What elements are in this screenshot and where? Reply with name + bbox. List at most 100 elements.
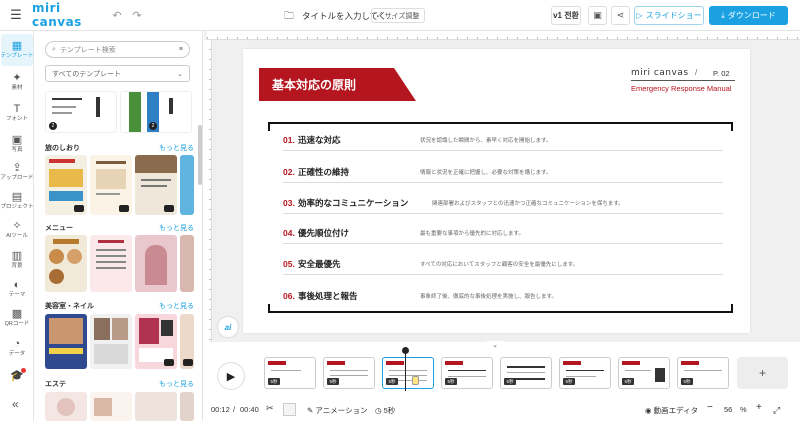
slide-brand-logo[interactable]: miri canvas — [631, 68, 689, 78]
undo-icon[interactable]: ↶ — [107, 9, 127, 22]
version-switch-button[interactable]: v1 전환 — [551, 6, 581, 25]
timeline-slide-thumbnail-active[interactable]: 5秒 — [382, 357, 434, 389]
slide-title[interactable]: 基本対応の原則 — [259, 68, 416, 101]
timeline-slide-thumbnail[interactable]: 5秒 — [677, 357, 729, 389]
slide-duration-badge: 5秒 — [327, 378, 339, 385]
resize-label: サイズ調整 — [384, 12, 420, 20]
project-icon: ▤ — [11, 190, 23, 203]
zoom-in-button[interactable]: + — [756, 402, 762, 413]
total-time: 00:40 — [240, 405, 259, 414]
panel-scrollbar[interactable] — [198, 125, 202, 185]
rail-item-projects[interactable]: ▤ プロジェクト — [1, 185, 34, 217]
template-thumbnail[interactable] — [180, 392, 194, 421]
slide-header-rule[interactable] — [631, 80, 735, 81]
fullscreen-icon[interactable]: ⤢ — [773, 405, 780, 416]
background-color-swatch[interactable] — [283, 403, 296, 416]
category-value: すべてのテンプレート — [52, 70, 122, 78]
scissors-icon[interactable]: ✂ — [266, 403, 274, 414]
collapse-panel-icon[interactable]: « — [12, 397, 19, 411]
add-slide-button[interactable]: + — [737, 357, 788, 389]
animation-button[interactable]: ✎ アニメーション — [307, 405, 368, 416]
elements-icon: ✦ — [12, 71, 22, 84]
rail-item-fonts[interactable]: T フォント — [1, 97, 33, 129]
template-thumbnail[interactable] — [180, 314, 194, 369]
share-icon[interactable]: ⋖ — [611, 6, 630, 25]
timeline-slide-thumbnail[interactable]: 5秒 — [323, 357, 375, 389]
timeline-slide-thumbnail[interactable]: 5秒 — [441, 357, 493, 389]
download-button[interactable]: ⤓ ダウンロード — [709, 6, 788, 25]
timeline-slide-thumbnail[interactable]: 5秒 — [559, 357, 611, 389]
zoom-unit: % — [740, 405, 747, 414]
current-time: 00:12 — [211, 405, 230, 414]
template-thumbnail[interactable]: 2 — [120, 91, 192, 133]
principle-row[interactable]: 02. 正確性の維持 情報と状況を正確に把握し、必要な対策を講じます。 — [283, 161, 723, 183]
template-thumbnail[interactable] — [45, 155, 87, 215]
slide-duration-badge: 5秒 — [563, 378, 575, 385]
slide-divider-slash[interactable]: / — [695, 68, 697, 77]
template-search-input[interactable]: ⌕ テンプレート検索 ≡ — [45, 41, 190, 58]
rail-item-data[interactable]: ◔ データ — [1, 332, 33, 364]
play-button[interactable]: ▶ — [217, 362, 245, 390]
app-logo[interactable]: miri canvas — [32, 1, 107, 29]
template-thumbnail[interactable] — [45, 235, 87, 292]
playhead[interactable] — [405, 349, 406, 391]
save-icon[interactable]: ▣ — [588, 6, 607, 25]
principle-row[interactable]: 05. 安全最優先 すべての対応においてスタッフと顧客の安全を最優先にします。 — [283, 253, 723, 275]
template-thumbnail[interactable] — [180, 235, 194, 292]
template-thumbnail[interactable]: 2 — [45, 91, 117, 133]
template-thumbnail[interactable] — [90, 392, 132, 421]
rail-item-upload[interactable]: ⇪ アップロード — [1, 156, 34, 188]
see-more-salon-link[interactable]: もっと見る — [159, 301, 194, 311]
resize-button[interactable]: ⤢ サイズ調整 — [371, 8, 426, 23]
zoom-value[interactable]: 56 — [724, 405, 732, 414]
see-more-esthetics-link[interactable]: もっと見る — [159, 379, 194, 389]
filter-icon[interactable]: ≡ — [179, 46, 183, 53]
zoom-out-button[interactable]: − — [707, 402, 713, 413]
redo-icon[interactable]: ↷ — [127, 9, 147, 22]
template-thumbnail[interactable] — [180, 155, 194, 215]
see-more-menu-link[interactable]: もっと見る — [159, 223, 194, 233]
slide-page-number[interactable]: P. 02 — [713, 69, 730, 78]
slide-canvas[interactable]: 基本対応の原則 miri canvas / P. 02 Emergency Re… — [243, 49, 750, 333]
template-thumbnail[interactable] — [90, 235, 132, 292]
principle-row[interactable]: 03. 効率的なコミュニケーション 関連部署およびスタッフとの迅速かつ正確なコミ… — [283, 192, 723, 214]
rail-item-elements[interactable]: ✦ 素材 — [1, 66, 33, 98]
see-more-travel-link[interactable]: もっと見る — [159, 143, 194, 153]
slide-subtitle[interactable]: Emergency Response Manual — [631, 84, 731, 93]
duration-button[interactable]: ◷ 5秒 — [375, 405, 395, 416]
rail-label: AIツール — [6, 232, 28, 239]
template-thumbnail[interactable] — [135, 392, 177, 421]
template-thumbnail[interactable] — [135, 314, 177, 369]
principle-row[interactable]: 06. 事後処理と報告 事象終了後、徹底的な事後処理を実施し、報告します。 — [283, 285, 723, 307]
rail-item-theme[interactable]: ◐ テーマ — [1, 273, 33, 305]
template-thumbnail[interactable] — [90, 155, 132, 215]
slideshow-button[interactable]: ▷ スライドショー — [634, 6, 704, 25]
chevron-down-icon[interactable]: ⌄ — [484, 341, 506, 349]
principle-description: 情報と状況を正確に把握し、必要な対策を講じます。 — [420, 169, 552, 176]
folder-icon[interactable]: 🗀 — [284, 9, 294, 26]
timeline-slide-thumbnail[interactable]: 5秒 — [500, 357, 552, 389]
chart-pie-icon: ◔ — [13, 337, 21, 350]
thumb-line — [566, 376, 596, 377]
video-badge — [183, 359, 193, 366]
principle-title: 迅速な対応 — [298, 134, 341, 145]
ai-assistant-button[interactable]: ai — [217, 316, 239, 338]
video-editor-button[interactable]: ◉ 動画エディタ — [645, 405, 698, 416]
template-thumbnail[interactable] — [45, 314, 87, 369]
rail-item-background[interactable]: ▥ 背景 — [1, 244, 33, 276]
rail-item-ai-tools[interactable]: ✧ AIツール — [1, 214, 33, 246]
timeline-slide-thumbnail[interactable]: 5秒 — [618, 357, 670, 389]
template-thumbnail[interactable] — [45, 392, 87, 421]
template-category-select[interactable]: すべてのテンプレート ⌄ — [45, 65, 190, 82]
principle-row[interactable]: 01. 迅速な対応 状況を認識した瞬間から、素早く対応を開始します。 — [283, 129, 723, 151]
menu-icon[interactable]: ☰ — [0, 7, 32, 23]
rail-item-qr-code[interactable]: ▩ QRコード — [1, 302, 33, 334]
template-thumbnail[interactable] — [90, 314, 132, 369]
template-thumbnail[interactable] — [135, 155, 177, 215]
rail-item-templates[interactable]: ▦ テンプレート — [1, 34, 33, 66]
thumb-line — [330, 375, 368, 376]
template-thumbnail[interactable] — [135, 235, 177, 292]
principle-row[interactable]: 04. 優先順位付け 最も重要な事項から優先的に対応します。 — [283, 222, 723, 244]
timeline-slide-thumbnail[interactable]: 5秒 — [264, 357, 316, 389]
playhead-handle[interactable] — [402, 347, 409, 354]
